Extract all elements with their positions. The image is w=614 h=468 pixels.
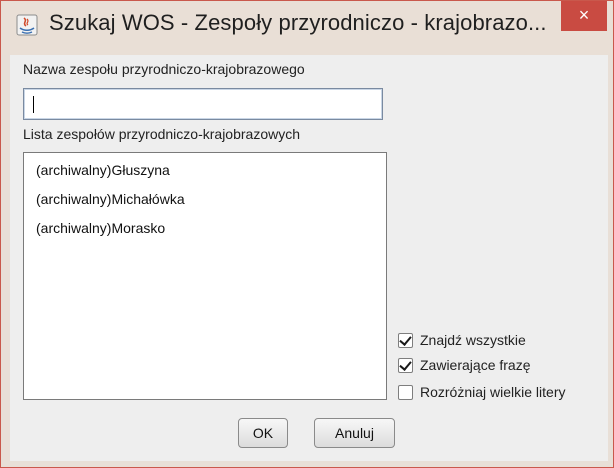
close-icon: × [578,5,590,25]
list-item[interactable]: (archiwalny)Głuszyna [36,162,170,178]
name-input[interactable] [23,88,383,120]
list-item[interactable]: (archiwalny)Michałówka [36,191,185,207]
find-all-checkbox[interactable] [398,333,413,348]
results-list[interactable]: (archiwalny)Głuszyna (archiwalny)Michałó… [23,152,387,400]
contains-phrase-label: Zawierające frazę [420,357,531,373]
close-button[interactable]: × [561,1,607,31]
list-label: Lista zespołów przyrodniczo-krajobrazowy… [23,126,301,142]
title-bar[interactable]: Szukaj WOS - Zespoły przyrodniczo - kraj… [1,1,613,55]
cancel-button[interactable]: Anuluj [314,418,395,448]
java-app-icon [16,14,38,36]
find-all-label: Znajdź wszystkie [420,332,526,348]
name-field-label: Nazwa zespołu przyrodniczo-krajobrazoweg… [23,61,305,77]
list-item[interactable]: (archiwalny)Morasko [36,220,165,236]
case-sensitive-label: Rozróżniaj wielkie litery [420,384,566,400]
window-title: Szukaj WOS - Zespoły przyrodniczo - kraj… [49,10,547,35]
ok-button[interactable]: OK [238,418,288,448]
dialog-window: Szukaj WOS - Zespoły przyrodniczo - kraj… [0,0,614,468]
contains-phrase-checkbox[interactable] [398,358,413,373]
case-sensitive-checkbox[interactable] [398,385,413,400]
text-caret [33,96,34,113]
